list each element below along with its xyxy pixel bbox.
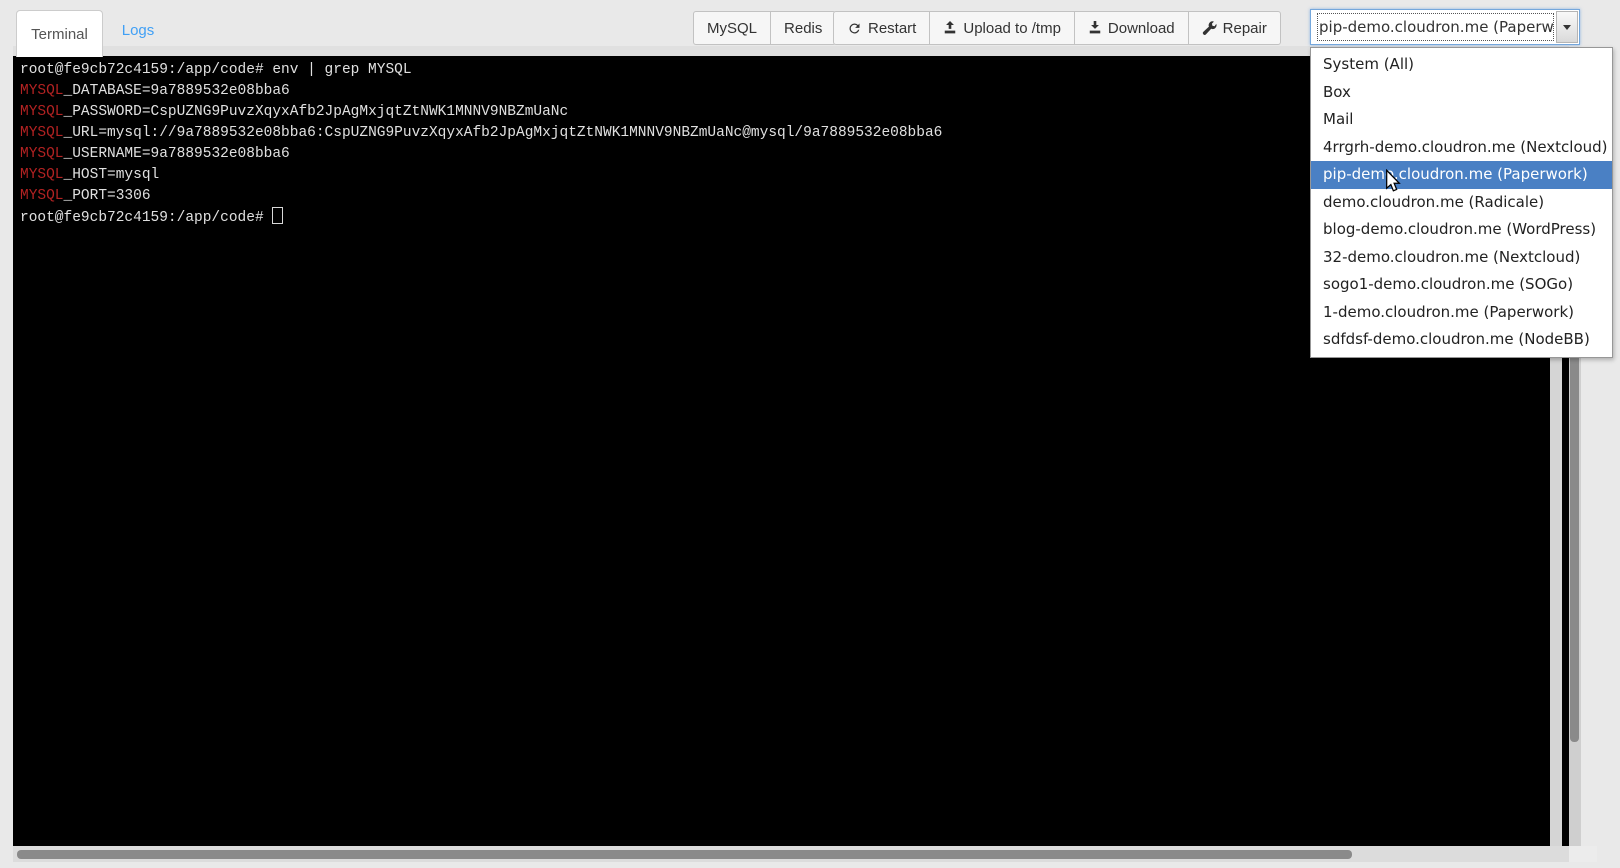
dropdown-item[interactable]: sdfdsf-demo.cloudron.me (NodeBB) <box>1311 326 1612 354</box>
dropdown-item[interactable]: 1-demo.cloudron.me (Paperwork) <box>1311 299 1612 327</box>
terminal-line: root@fe9cb72c4159:/app/code# env | grep … <box>20 60 942 81</box>
terminal-line: MYSQL_DATABASE=9a7889532e08bba6 <box>20 81 942 102</box>
upload-icon <box>943 21 957 35</box>
restart-button[interactable]: Restart <box>833 11 930 45</box>
terminal-line: MYSQL_HOST=mysql <box>20 165 942 186</box>
repair-icon <box>1202 21 1217 36</box>
tab-logs[interactable]: Logs <box>103 10 173 50</box>
dropdown-item[interactable]: Mail <box>1311 106 1612 134</box>
download-button-label: Download <box>1108 20 1175 37</box>
terminal-cursor <box>272 207 283 224</box>
dropdown-item[interactable]: 32-demo.cloudron.me (Nextcloud) <box>1311 244 1612 272</box>
restart-icon <box>847 21 862 36</box>
tab-terminal[interactable]: Terminal <box>16 10 103 57</box>
upload-button-label: Upload to /tmp <box>963 20 1061 37</box>
terminal-line: MYSQL_PASSWORD=CspUZNG9PuvzXqyxAfb2JpAgM… <box>20 102 942 123</box>
dropdown-item[interactable]: System (All) <box>1311 51 1612 79</box>
terminal-line: MYSQL_URL=mysql://9a7889532e08bba6:CspUZ… <box>20 123 942 144</box>
action-button-group: Restart Upload to /tmp Download Repair <box>833 11 1281 45</box>
app-selector-arrow-button[interactable] <box>1556 11 1578 43</box>
terminal-line: MYSQL_USERNAME=9a7889532e08bba6 <box>20 144 942 165</box>
upload-button[interactable]: Upload to /tmp <box>929 11 1075 45</box>
service-button-group: MySQL Redis <box>693 11 836 45</box>
chevron-down-icon <box>1563 25 1571 30</box>
app-selector-dropdown: System (All) Box Mail 4rrgrh-demo.cloudr… <box>1310 47 1613 358</box>
mysql-button[interactable]: MySQL <box>693 11 771 45</box>
mouse-cursor-icon <box>1384 169 1402 198</box>
dropdown-item[interactable]: 4rrgrh-demo.cloudron.me (Nextcloud) <box>1311 134 1612 162</box>
terminal-prompt-line: root@fe9cb72c4159:/app/code# <box>20 207 942 229</box>
scrollbar-corner <box>1569 846 1597 862</box>
download-button[interactable]: Download <box>1074 11 1189 45</box>
repair-button[interactable]: Repair <box>1188 11 1281 45</box>
redis-button[interactable]: Redis <box>770 11 836 45</box>
repair-button-label: Repair <box>1223 20 1267 37</box>
app-selector-value: pip-demo.cloudron.me (Paperwork) <box>1318 14 1553 40</box>
dropdown-item[interactable]: sogo1-demo.cloudron.me (SOGo) <box>1311 271 1612 299</box>
dropdown-item[interactable]: demo.cloudron.me (Radicale) <box>1311 189 1612 217</box>
dropdown-item[interactable]: Box <box>1311 79 1612 107</box>
mysql-button-label: MySQL <box>707 20 757 37</box>
restart-button-label: Restart <box>868 20 916 37</box>
dropdown-item-selected[interactable]: pip-demo.cloudron.me (Paperwork) <box>1311 161 1612 189</box>
redis-button-label: Redis <box>784 20 822 37</box>
dropdown-item[interactable]: blog-demo.cloudron.me (WordPress) <box>1311 216 1612 244</box>
cloudron-terminal-page: Terminal Logs MySQL Redis Restart Upload… <box>0 0 1620 868</box>
app-selector[interactable]: pip-demo.cloudron.me (Paperwork) <box>1310 9 1580 45</box>
tab-terminal-label: Terminal <box>31 26 88 43</box>
horizontal-scrollbar-thumb[interactable] <box>17 850 1352 859</box>
terminal-line: MYSQL_PORT=3306 <box>20 186 942 207</box>
download-icon <box>1088 21 1102 35</box>
terminal-output: root@fe9cb72c4159:/app/code# env | grep … <box>20 60 942 229</box>
tab-logs-label: Logs <box>122 22 155 39</box>
